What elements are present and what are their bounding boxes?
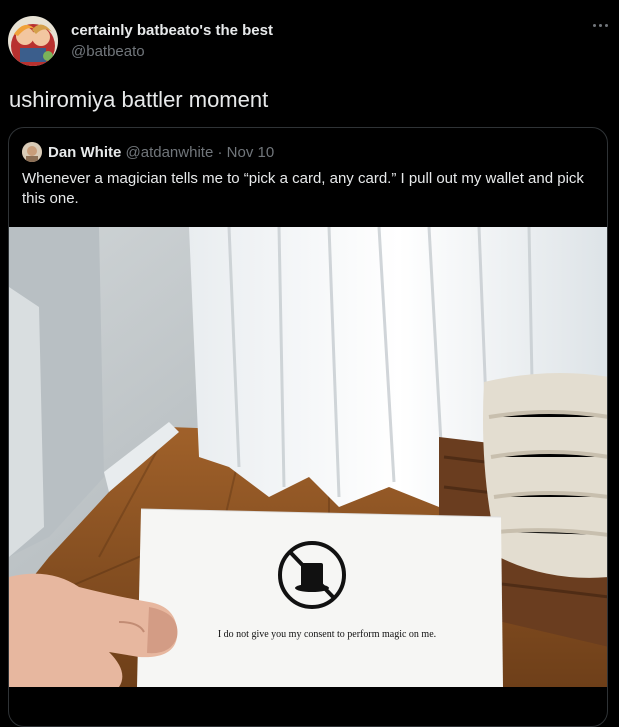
quoted-tweet[interactable]: Dan White @atdanwhite · Nov 10 Whenever … bbox=[8, 127, 608, 727]
quoted-text: Whenever a magician tells me to “pick a … bbox=[22, 170, 584, 207]
display-name[interactable]: certainly batbeato's the best bbox=[71, 22, 273, 39]
quoted-username[interactable]: @atdanwhite bbox=[126, 144, 214, 161]
quoted-display-name[interactable]: Dan White bbox=[48, 144, 121, 161]
quoted-avatar[interactable] bbox=[22, 142, 42, 162]
quoted-date[interactable]: Nov 10 bbox=[227, 144, 275, 161]
tweet-text: ushiromiya battler moment bbox=[9, 87, 269, 112]
tweet: certainly batbeato's the best @batbeato … bbox=[0, 0, 619, 727]
more-options-icon[interactable] bbox=[589, 18, 611, 32]
quoted-separator: · bbox=[217, 144, 223, 161]
username[interactable]: @batbeato bbox=[71, 43, 145, 60]
avatar[interactable] bbox=[8, 16, 58, 66]
consent-card: I do not give you my consent to perform … bbox=[137, 508, 503, 687]
card-caption: I do not give you my consent to perform … bbox=[218, 629, 436, 640]
quoted-header: Dan White @atdanwhite · Nov 10 bbox=[48, 144, 274, 161]
quoted-photo[interactable]: I do not give you my consent to perform … bbox=[9, 227, 607, 687]
